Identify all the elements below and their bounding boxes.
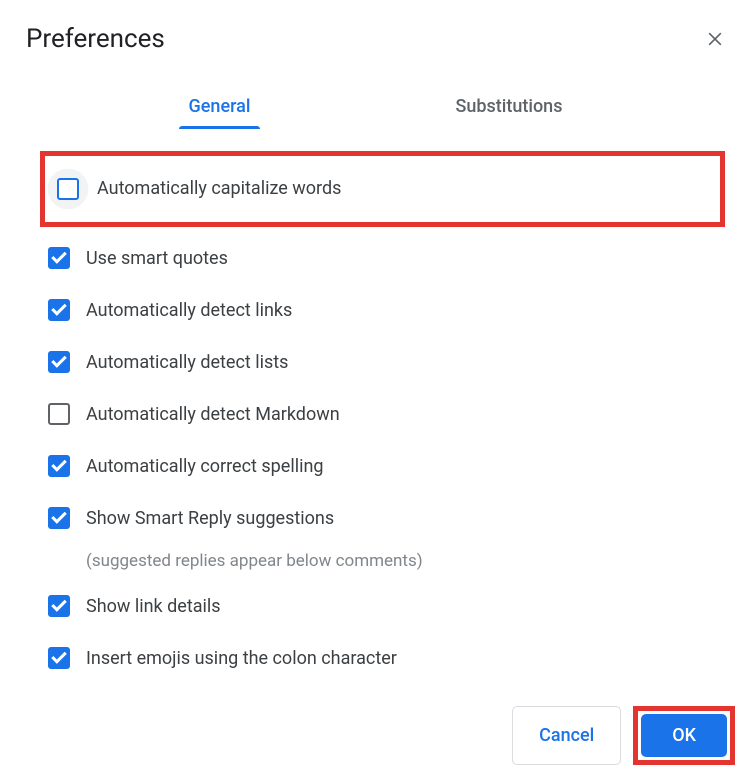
option-label: Automatically capitalize words bbox=[97, 177, 341, 201]
cancel-button[interactable]: Cancel bbox=[512, 706, 621, 765]
checkbox-link-details[interactable] bbox=[48, 595, 70, 617]
ok-button-highlight: OK bbox=[633, 706, 735, 765]
option-label: Use smart quotes bbox=[86, 247, 228, 271]
option-sublabel: (suggested replies appear below comments… bbox=[86, 551, 725, 571]
checkbox-detect-lists[interactable] bbox=[48, 351, 70, 373]
option-label: Show link details bbox=[86, 595, 221, 619]
tab-general[interactable]: General bbox=[169, 86, 271, 129]
checkbox-smart-reply[interactable] bbox=[48, 507, 70, 529]
close-icon[interactable] bbox=[705, 29, 725, 49]
preferences-dialog: Preferences General Substitutions Automa… bbox=[0, 0, 751, 783]
tab-substitutions[interactable]: Substitutions bbox=[436, 86, 583, 129]
dialog-header: Preferences bbox=[26, 24, 725, 54]
option-label: Automatically detect lists bbox=[86, 351, 288, 375]
checkbox-smart-quotes[interactable] bbox=[48, 247, 70, 269]
option-label: Automatically correct spelling bbox=[86, 455, 324, 479]
dialog-title: Preferences bbox=[26, 24, 165, 54]
option-link-details: Show link details bbox=[46, 581, 725, 633]
checkbox-emoji-colon[interactable] bbox=[48, 647, 70, 669]
option-detect-markdown: Automatically detect Markdown bbox=[46, 389, 725, 441]
option-label: Insert emojis using the colon character bbox=[86, 647, 397, 671]
checkbox-correct-spelling[interactable] bbox=[48, 455, 70, 477]
option-label: Show Smart Reply suggestions bbox=[86, 507, 334, 531]
checkbox-detect-markdown[interactable] bbox=[48, 403, 70, 425]
option-label: Automatically detect Markdown bbox=[86, 403, 340, 427]
tabs: General Substitutions bbox=[26, 86, 725, 129]
option-correct-spelling: Automatically correct spelling bbox=[46, 441, 725, 493]
dialog-footer: Cancel OK bbox=[512, 706, 735, 765]
option-detect-links: Automatically detect links bbox=[46, 285, 725, 337]
ok-button[interactable]: OK bbox=[641, 714, 727, 757]
option-smart-quotes: Use smart quotes bbox=[46, 233, 725, 285]
options-list: Automatically capitalize words Use smart… bbox=[26, 151, 725, 685]
option-detect-lists: Automatically detect lists bbox=[46, 337, 725, 389]
option-emoji-colon: Insert emojis using the colon character bbox=[46, 633, 725, 685]
checkbox-auto-capitalize[interactable] bbox=[57, 178, 79, 200]
option-smart-reply: Show Smart Reply suggestions (suggested … bbox=[46, 493, 725, 571]
checkbox-detect-links[interactable] bbox=[48, 299, 70, 321]
option-label: Automatically detect links bbox=[86, 299, 292, 323]
option-auto-capitalize: Automatically capitalize words bbox=[40, 151, 725, 227]
